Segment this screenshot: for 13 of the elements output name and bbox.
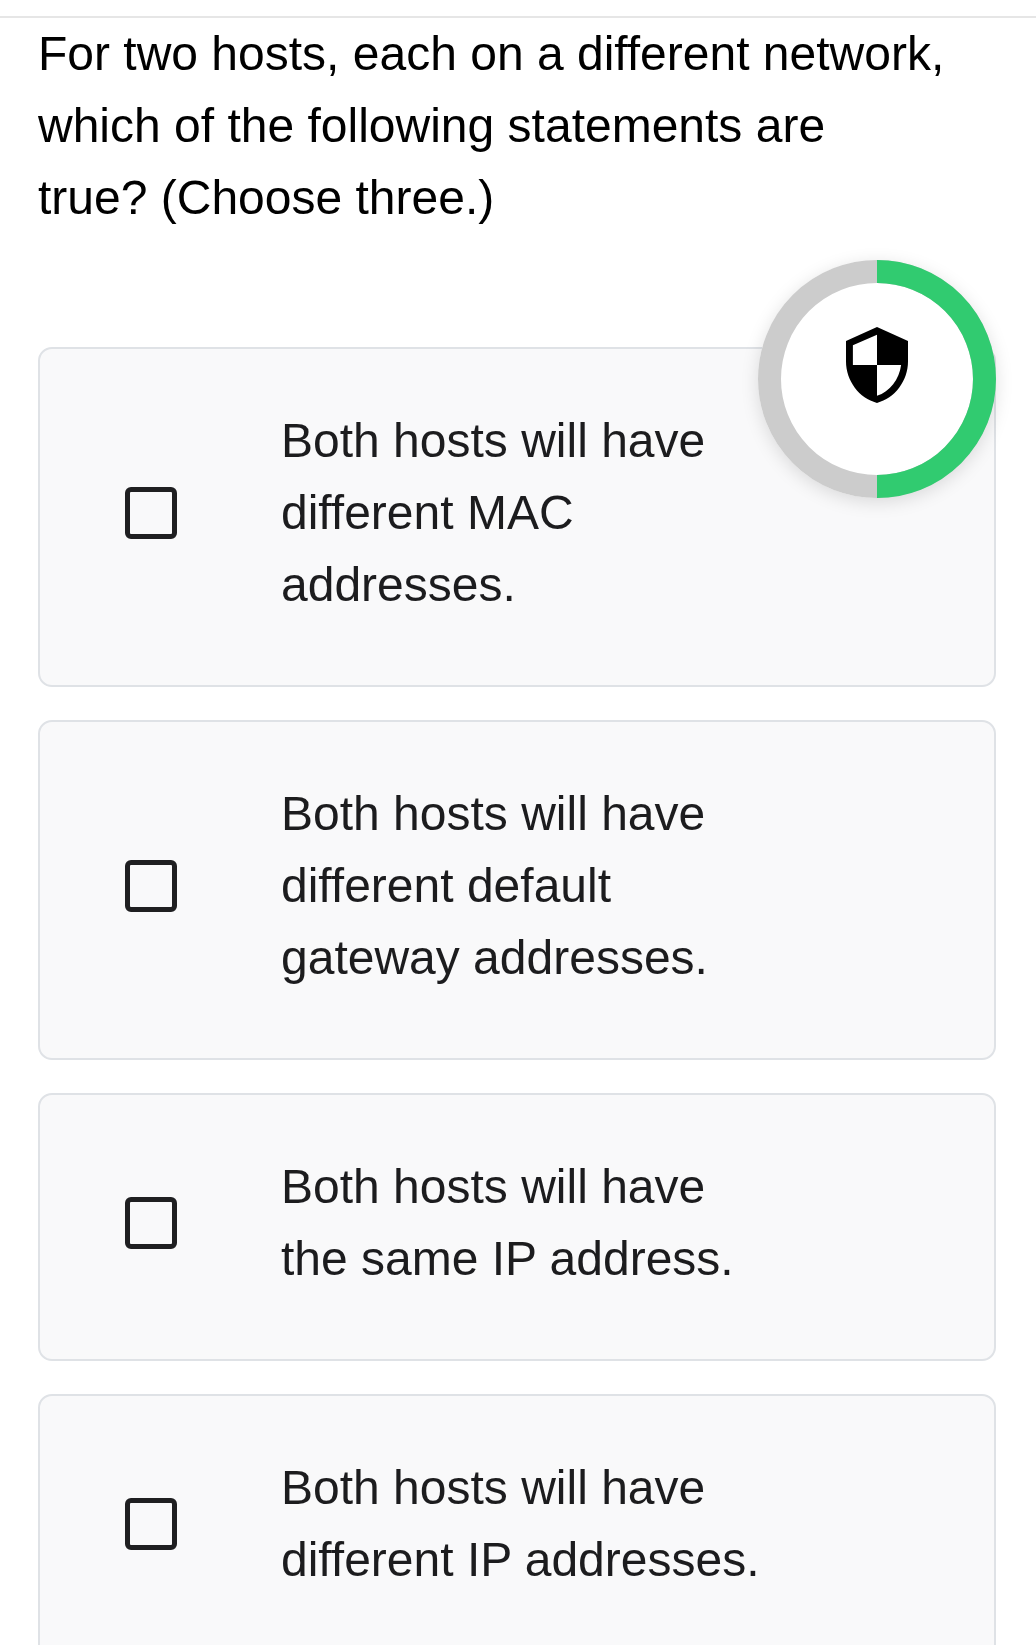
checkbox[interactable] xyxy=(125,487,177,539)
checkbox[interactable] xyxy=(125,1197,177,1249)
shield-icon xyxy=(846,327,908,403)
option-text: Both hosts will have different MAC addresses. xyxy=(281,413,707,613)
checkbox[interactable] xyxy=(125,1498,177,1550)
answer-option-card[interactable]: Both hosts will have different IP addresses. xyxy=(38,1394,996,1645)
option-text: Both hosts will have different default gateway addresses. xyxy=(281,786,709,986)
option-text: Both hosts will have different IP addresses. xyxy=(281,1460,761,1588)
answer-option-card[interactable]: Both hosts will have the same IP address. xyxy=(38,1093,996,1361)
checkbox[interactable] xyxy=(125,860,177,912)
question-text: For two hosts, each on a different network, which of the following statements are true? (Choose three.) xyxy=(38,26,946,226)
option-text: Both hosts will have the same IP address. xyxy=(281,1159,735,1287)
answer-option-card[interactable]: Both hosts will have different default gateway addresses. xyxy=(38,720,996,1060)
